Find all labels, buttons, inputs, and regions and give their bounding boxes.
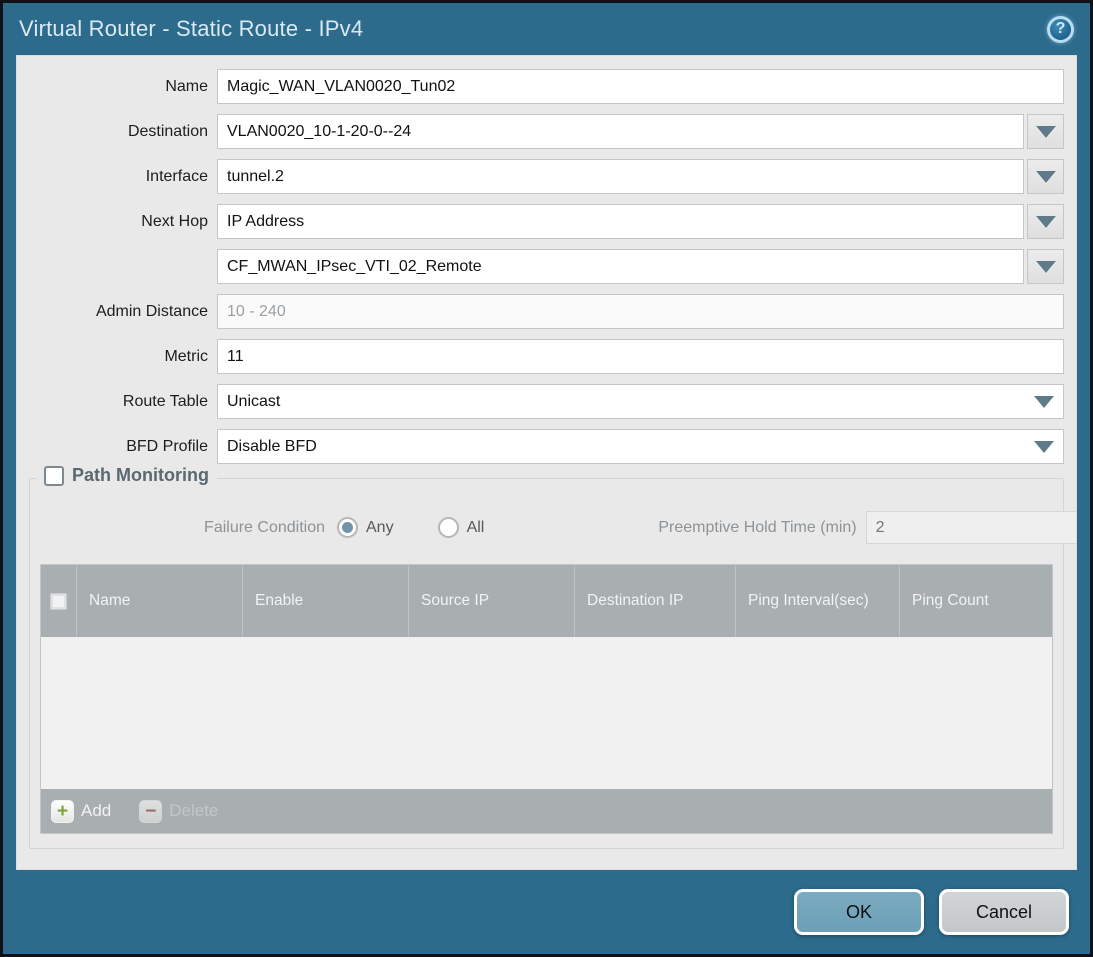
form-row-route-table: Route Table xyxy=(17,384,1064,419)
path-monitoring-section: Path Monitoring Failure Condition Any Al… xyxy=(29,478,1064,849)
form-row-admin-distance: Admin Distance xyxy=(17,294,1064,329)
column-header-ping-count[interactable]: Ping Count xyxy=(900,565,1052,637)
form-row-interface: Interface xyxy=(17,159,1064,194)
form-row-destination: Destination xyxy=(17,114,1064,149)
chevron-down-icon xyxy=(1036,171,1056,183)
radio-selected-dot xyxy=(342,522,353,533)
failure-condition-row: Failure Condition Any All Preemptive Hol… xyxy=(40,511,1053,544)
column-header-name[interactable]: Name xyxy=(77,565,243,637)
static-route-dialog: Virtual Router - Static Route - IPv4 ? N… xyxy=(0,0,1093,957)
dialog-title: Virtual Router - Static Route - IPv4 xyxy=(19,16,363,42)
chevron-down-icon xyxy=(1036,126,1056,138)
destination-label: Destination xyxy=(17,123,217,141)
name-label: Name xyxy=(17,78,217,96)
column-header-ping-interval[interactable]: Ping Interval(sec) xyxy=(736,565,900,637)
form-row-bfd-profile: BFD Profile xyxy=(17,429,1064,464)
interface-dropdown-button[interactable] xyxy=(1027,159,1064,194)
add-button[interactable]: + Add xyxy=(51,800,111,823)
preemptive-hold-time-label: Preemptive Hold Time (min) xyxy=(658,519,856,537)
interface-label: Interface xyxy=(17,168,217,186)
radio-all-label: All xyxy=(467,519,485,537)
next-hop-label: Next Hop xyxy=(17,213,217,231)
interface-input[interactable] xyxy=(217,159,1024,194)
form-row-metric: Metric xyxy=(17,339,1064,374)
add-plus-icon: + xyxy=(51,800,74,823)
radio-any[interactable] xyxy=(337,517,358,538)
cancel-button[interactable]: Cancel xyxy=(939,889,1069,935)
table-header-checkbox-cell xyxy=(41,565,77,637)
delete-button[interactable]: − Delete xyxy=(139,800,218,823)
dialog-footer: OK Cancel xyxy=(3,870,1090,954)
delete-minus-icon: − xyxy=(139,800,162,823)
form-row-name: Name xyxy=(17,69,1064,104)
next-hop-address-input[interactable] xyxy=(217,249,1024,284)
ok-button[interactable]: OK xyxy=(794,889,924,935)
path-monitoring-checkbox[interactable] xyxy=(44,466,64,486)
bfd-profile-label: BFD Profile xyxy=(17,438,217,456)
failure-condition-label: Failure Condition xyxy=(40,519,335,537)
add-button-label: Add xyxy=(81,801,111,821)
table-toolbar: + Add − Delete xyxy=(41,789,1052,833)
metric-label: Metric xyxy=(17,348,217,366)
delete-button-label: Delete xyxy=(169,801,218,821)
form-row-next-hop: Next Hop xyxy=(17,204,1064,239)
chevron-down-icon xyxy=(1036,216,1056,228)
dialog-content: Name Destination Interface xyxy=(16,55,1077,870)
destination-input[interactable] xyxy=(217,114,1024,149)
radio-all[interactable] xyxy=(438,517,459,538)
form-row-next-hop-address xyxy=(17,249,1064,284)
table-header-row: Name Enable Source IP Destination IP Pin… xyxy=(41,565,1052,637)
radio-any-label: Any xyxy=(366,519,394,537)
admin-distance-input[interactable] xyxy=(217,294,1064,329)
column-header-source-ip[interactable]: Source IP xyxy=(409,565,575,637)
name-input[interactable] xyxy=(217,69,1064,104)
path-monitoring-legend: Path Monitoring xyxy=(36,465,217,486)
next-hop-type-dropdown-button[interactable] xyxy=(1027,204,1064,239)
path-monitoring-table: Name Enable Source IP Destination IP Pin… xyxy=(40,564,1053,834)
select-all-checkbox[interactable] xyxy=(50,593,67,610)
route-table-select[interactable] xyxy=(217,384,1064,419)
column-header-enable[interactable]: Enable xyxy=(243,565,409,637)
column-header-destination-ip[interactable]: Destination IP xyxy=(575,565,736,637)
route-table-label: Route Table xyxy=(17,393,217,411)
preemptive-hold-time-input[interactable] xyxy=(866,511,1077,544)
help-icon[interactable]: ? xyxy=(1047,16,1074,43)
admin-distance-label: Admin Distance xyxy=(17,303,217,321)
metric-input[interactable] xyxy=(217,339,1064,374)
dialog-titlebar: Virtual Router - Static Route - IPv4 ? xyxy=(3,3,1090,55)
destination-dropdown-button[interactable] xyxy=(1027,114,1064,149)
next-hop-type-input[interactable] xyxy=(217,204,1024,239)
chevron-down-icon xyxy=(1036,261,1056,273)
next-hop-address-dropdown-button[interactable] xyxy=(1027,249,1064,284)
bfd-profile-select[interactable] xyxy=(217,429,1064,464)
path-monitoring-title: Path Monitoring xyxy=(72,465,209,486)
table-body-empty xyxy=(41,637,1052,789)
